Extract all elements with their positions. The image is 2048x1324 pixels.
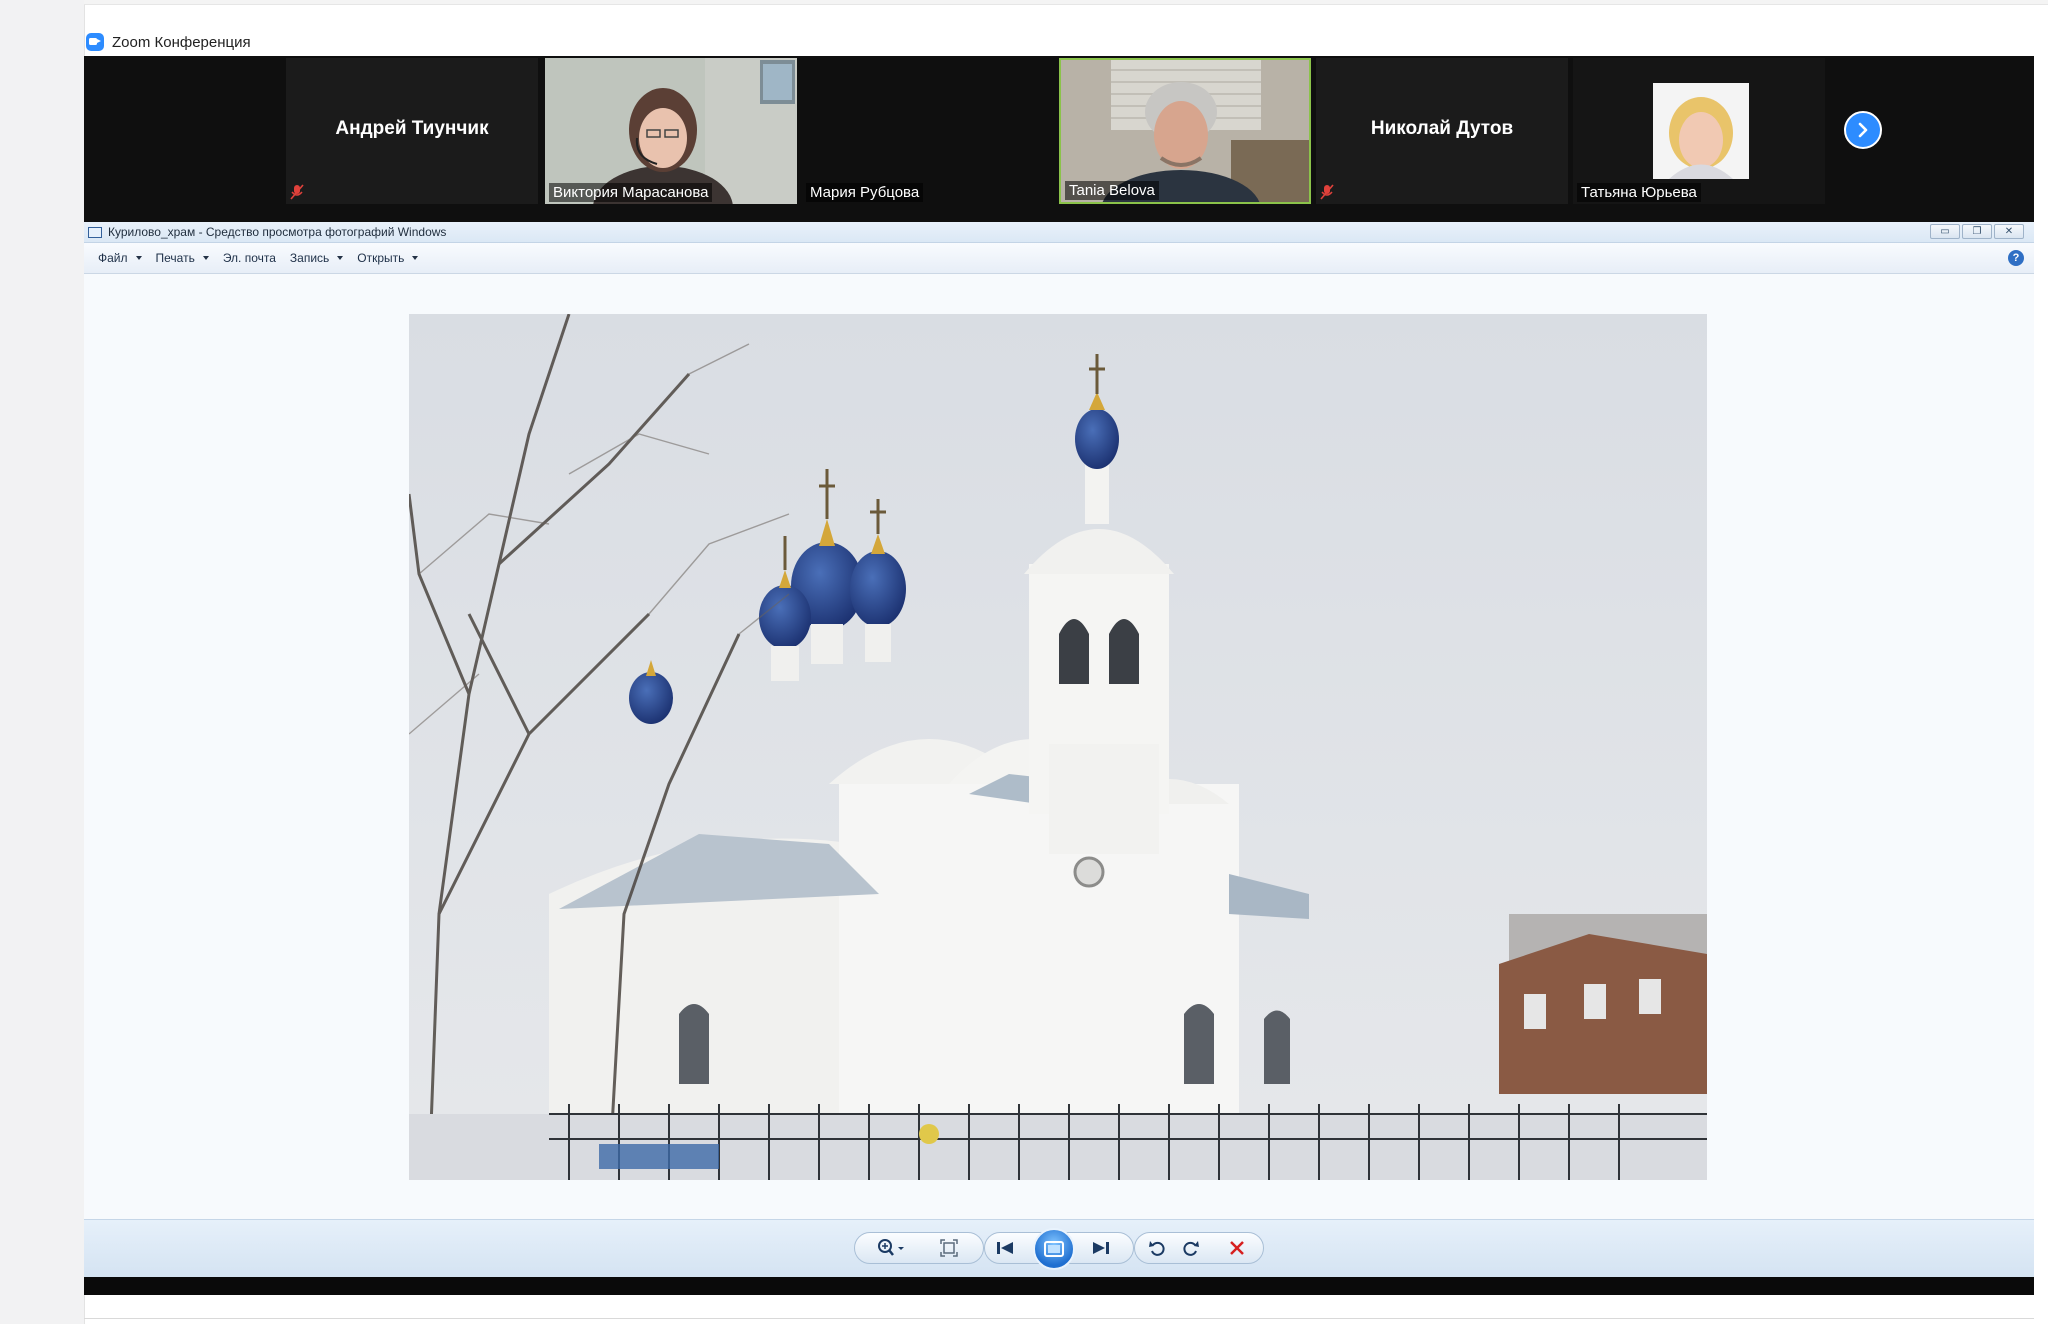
screen-top-edge [84, 0, 2048, 5]
dropdown-caret-icon [412, 256, 419, 260]
previous-icon [997, 1242, 1013, 1254]
chevron-right-icon [1858, 122, 1868, 138]
viewer-title-bar: Курилово_храм - Средство просмотра фотог… [84, 222, 2034, 243]
menu-print[interactable]: Печать [156, 251, 209, 265]
menu-label: Файл [98, 251, 128, 265]
viewer-menu-bar: Файл Печать Эл. почта Запись Открыть ? [84, 243, 2034, 274]
previous-button[interactable] [994, 1238, 1016, 1258]
participant-name-label: Татьяна Юрьева [1577, 183, 1701, 202]
window-controls: ▭ ❐ ✕ [1930, 224, 2024, 239]
delete-x-icon [1230, 1241, 1244, 1255]
rotate-right-icon [1183, 1241, 1199, 1256]
restore-button[interactable]: ❐ [1962, 224, 1992, 239]
participant-name-label: Мария Рубцова [806, 183, 924, 202]
participant-name: Николай Дутов [1370, 118, 1514, 139]
zoom-button[interactable] [876, 1238, 906, 1258]
menu-file[interactable]: Файл [98, 251, 142, 265]
participant-tile[interactable]: Мария Рубцова [802, 58, 1054, 204]
viewer-window-title: Курилово_храм - Средство просмотра фотог… [108, 225, 447, 239]
rotate-clockwise-button[interactable] [1180, 1238, 1202, 1258]
slideshow-icon [1044, 1241, 1064, 1257]
zoom-logo-icon [86, 33, 104, 51]
viewer-controls [854, 1228, 1264, 1270]
church-photo-image [409, 314, 1707, 1180]
window-bottom-edge [84, 1318, 2034, 1319]
viewer-control-bar [84, 1219, 2034, 1278]
desktop-left-strip [0, 0, 85, 1324]
menu-label: Эл. почта [222, 251, 276, 265]
participant-name: Андрей Тиунчик [335, 118, 489, 139]
photo-viewer-app-icon [88, 226, 102, 238]
minimize-button[interactable]: ▭ [1930, 224, 1960, 239]
participant-name-label: Tania Belova [1065, 181, 1159, 200]
dropdown-caret-icon [337, 256, 344, 260]
muted-mic-icon [290, 184, 304, 200]
dropdown-caret-icon [135, 256, 142, 260]
menu-open[interactable]: Открыть [357, 251, 419, 265]
zoom-window-title: Zoom Конференция [112, 33, 251, 51]
zoom-title-bar: Zoom Конференция [86, 30, 251, 54]
menu-email[interactable]: Эл. почта [223, 251, 276, 265]
menu-label: Открыть [357, 251, 405, 265]
participant-tile-active-speaker[interactable]: Tania Belova [1059, 58, 1311, 204]
participant-tile[interactable]: Виктория Марасанова [545, 58, 797, 204]
fit-to-window-icon [940, 1239, 958, 1257]
dropdown-caret-icon [202, 256, 209, 260]
rotate-counterclockwise-button[interactable] [1146, 1238, 1168, 1258]
menu-label: Печать [155, 251, 195, 265]
participant-tile[interactable]: Николай Дутов [1316, 58, 1568, 204]
magnifier-zoom-icon [878, 1239, 904, 1256]
delete-button[interactable] [1226, 1238, 1248, 1258]
participant-tile[interactable]: Татьяна Юрьева [1573, 58, 1825, 204]
close-button[interactable]: ✕ [1994, 224, 2024, 239]
slideshow-button[interactable] [1033, 1228, 1075, 1270]
participant-tile[interactable]: Андрей Тиунчик [286, 58, 538, 204]
zoom-controls-group [854, 1232, 984, 1264]
participant-name-label: Виктория Марасанова [549, 183, 713, 202]
menu-burn[interactable]: Запись [289, 251, 344, 265]
actual-size-button[interactable] [938, 1238, 960, 1258]
zoom-window-bottom-bar [84, 1277, 2034, 1295]
rotate-left-icon [1149, 1241, 1165, 1256]
participant-gallery-strip: Андрей Тиунчик Виктория Марасанова Мария… [84, 56, 2034, 222]
church-photo [409, 314, 1707, 1180]
help-icon[interactable]: ? [2008, 250, 2024, 266]
next-button[interactable] [1090, 1238, 1112, 1258]
muted-mic-icon [1320, 184, 1334, 200]
next-icon [1093, 1242, 1109, 1254]
menu-label: Запись [289, 251, 330, 265]
gallery-next-button[interactable] [1844, 111, 1882, 149]
windows-photo-viewer: Курилово_храм - Средство просмотра фотог… [84, 222, 2034, 1295]
